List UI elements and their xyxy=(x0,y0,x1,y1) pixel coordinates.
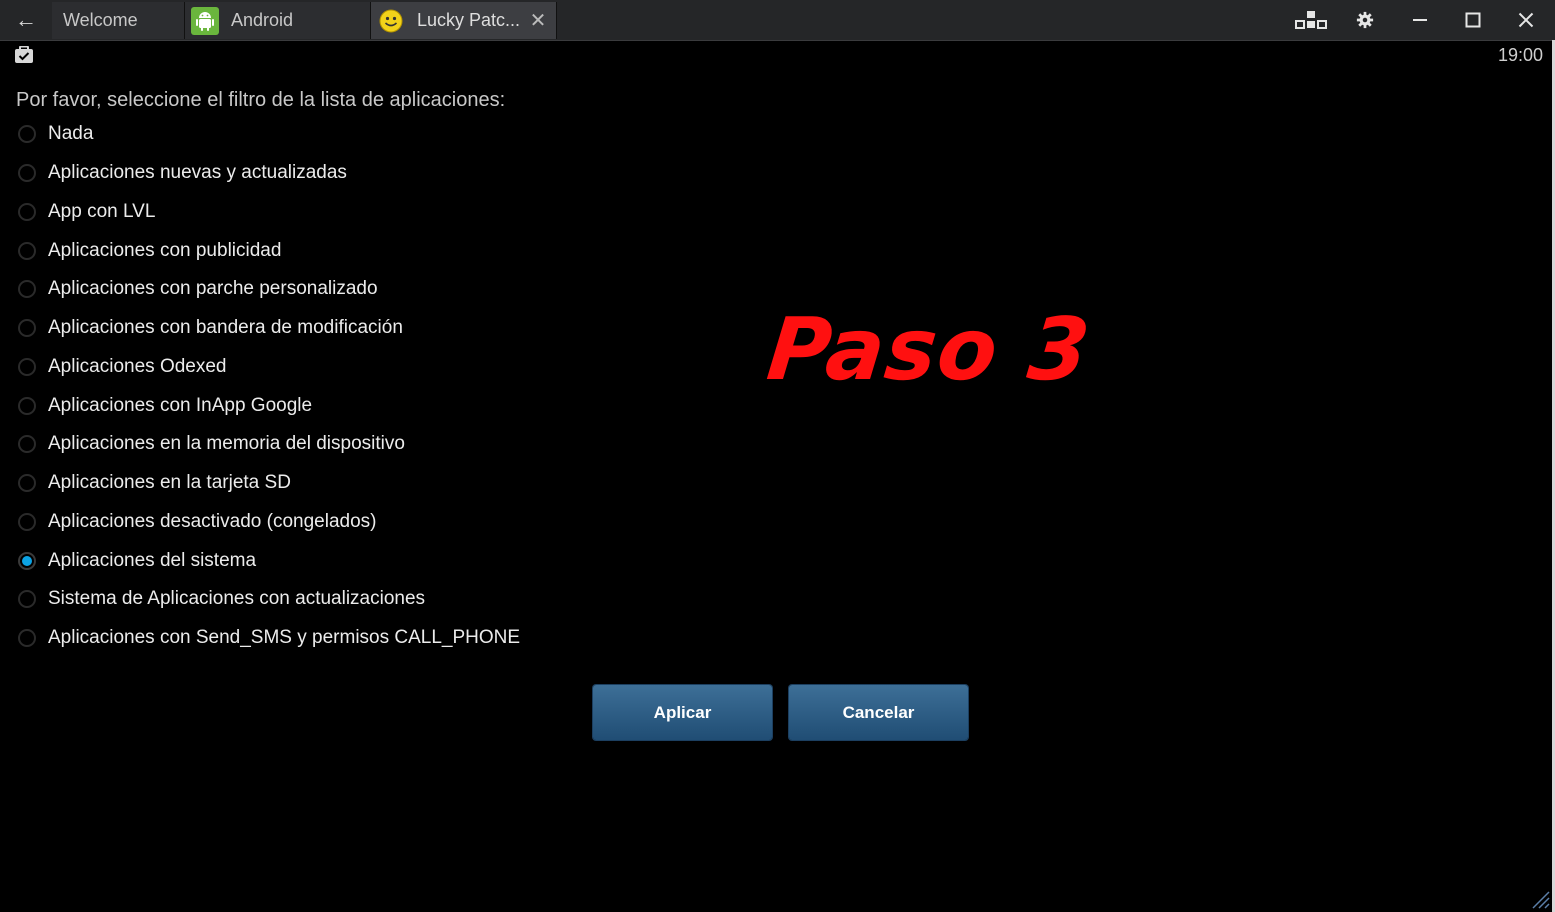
filter-option-inapp-google[interactable]: Aplicaciones con InApp Google xyxy=(18,386,520,425)
filter-option-lvl[interactable]: App con LVL xyxy=(18,193,520,232)
radio-button[interactable] xyxy=(18,319,36,338)
option-label: Aplicaciones con publicidad xyxy=(48,239,282,261)
radio-button[interactable] xyxy=(18,125,36,144)
filter-option-odexed[interactable]: Aplicaciones Odexed xyxy=(18,348,520,387)
option-label: Sistema de Aplicaciones con actualizacio… xyxy=(48,588,426,610)
option-label: Aplicaciones con Send_SMS y permisos CAL… xyxy=(48,627,521,649)
resize-grip-icon[interactable] xyxy=(1527,886,1551,910)
filter-option-bandera-modificacion[interactable]: Aplicaciones con bandera de modificación xyxy=(18,309,520,348)
step-overlay-text: Paso 3 xyxy=(762,300,1095,400)
option-label: Aplicaciones Odexed xyxy=(48,355,227,377)
settings-button[interactable] xyxy=(1341,0,1389,40)
filter-option-memoria[interactable]: Aplicaciones en la memoria del dispositi… xyxy=(18,425,520,464)
radio-button[interactable] xyxy=(18,629,36,648)
radio-button-selected[interactable] xyxy=(18,551,36,570)
option-label: Aplicaciones nuevas y actualizadas xyxy=(48,162,347,184)
filter-options-list: Nada Aplicaciones nuevas y actualizadas … xyxy=(18,115,520,658)
option-label: Aplicaciones con bandera de modificación xyxy=(48,317,403,339)
filter-option-tarjeta-sd[interactable]: Aplicaciones en la tarjeta SD xyxy=(18,464,520,503)
option-label: Aplicaciones con parche personalizado xyxy=(48,278,378,300)
filter-option-nada[interactable]: Nada xyxy=(18,115,520,154)
option-label: Aplicaciones en la tarjeta SD xyxy=(48,472,291,494)
title-bar: ← Welcome Android Lucky Patc... ✕ xyxy=(0,0,1555,41)
radio-button[interactable] xyxy=(18,164,36,183)
option-label: Aplicaciones desactivado (congelados) xyxy=(48,510,377,532)
radio-button[interactable] xyxy=(18,435,36,454)
cancel-button[interactable]: Cancelar xyxy=(789,685,968,740)
radio-button[interactable] xyxy=(18,202,36,221)
option-label: Nada xyxy=(48,123,94,145)
filter-option-publicidad[interactable]: Aplicaciones con publicidad xyxy=(18,231,520,270)
filter-option-send-sms[interactable]: Aplicaciones con Send_SMS y permisos CAL… xyxy=(18,619,520,658)
radio-button[interactable] xyxy=(18,357,36,376)
tab-lucky-patcher[interactable]: Lucky Patc... ✕ xyxy=(371,2,557,39)
radio-button[interactable] xyxy=(18,474,36,493)
back-button[interactable]: ← xyxy=(0,0,52,40)
tab-android[interactable]: Android xyxy=(185,2,371,39)
gear-icon xyxy=(1356,11,1374,29)
option-label: Aplicaciones con InApp Google xyxy=(48,394,313,416)
option-label: Aplicaciones en la memoria del dispositi… xyxy=(48,433,405,455)
filter-option-desactivado[interactable]: Aplicaciones desactivado (congelados) xyxy=(18,503,520,542)
radio-button[interactable] xyxy=(18,512,36,531)
close-tab-icon[interactable]: ✕ xyxy=(526,8,550,32)
close-window-button[interactable] xyxy=(1502,0,1550,40)
option-label: App con LVL xyxy=(48,200,156,222)
minimize-icon xyxy=(1413,19,1427,21)
multi-instance-icon xyxy=(1295,11,1327,29)
maximize-button[interactable] xyxy=(1449,0,1497,40)
filter-option-nuevas-actualizadas[interactable]: Aplicaciones nuevas y actualizadas xyxy=(18,154,520,193)
apply-button[interactable]: Aplicar xyxy=(593,685,772,740)
status-clock: 19:00 xyxy=(1497,45,1543,65)
radio-button[interactable] xyxy=(18,590,36,609)
maximize-icon xyxy=(1465,12,1481,28)
filter-prompt: Por favor, seleccione el filtro de la li… xyxy=(16,89,506,111)
tab-welcome[interactable]: Welcome xyxy=(52,2,185,39)
multi-instance-button[interactable] xyxy=(1287,0,1335,40)
tab-label: Android xyxy=(231,10,294,30)
smiley-icon xyxy=(377,7,405,35)
radio-button[interactable] xyxy=(18,396,36,415)
tab-label: Lucky Patc... xyxy=(417,10,521,30)
arrow-left-icon: ← xyxy=(15,7,37,32)
android-icon xyxy=(191,6,219,35)
close-icon xyxy=(1518,12,1534,28)
clipboard-check-icon xyxy=(15,46,33,63)
radio-button[interactable] xyxy=(18,280,36,299)
filter-option-sistema-actualizaciones[interactable]: Sistema de Aplicaciones con actualizacio… xyxy=(18,580,520,619)
filter-option-parche-personalizado[interactable]: Aplicaciones con parche personalizado xyxy=(18,270,520,309)
radio-button[interactable] xyxy=(18,241,36,260)
option-label: Aplicaciones del sistema xyxy=(48,549,257,571)
filter-option-sistema[interactable]: Aplicaciones del sistema xyxy=(18,541,520,580)
tab-label: Welcome xyxy=(63,10,138,30)
minimize-button[interactable] xyxy=(1396,0,1444,40)
